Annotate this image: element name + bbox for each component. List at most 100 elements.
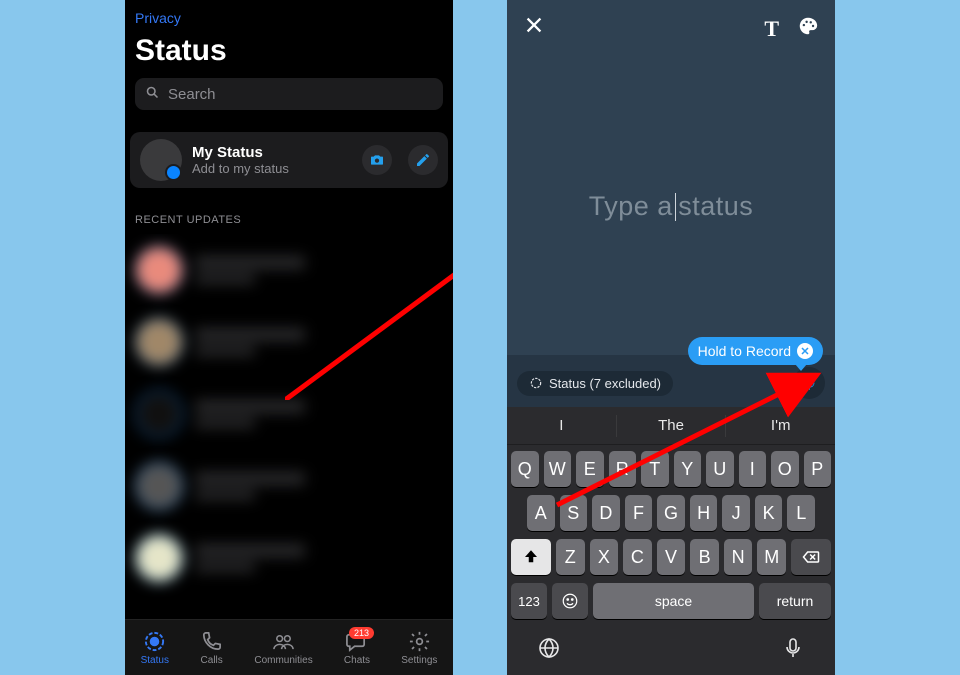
key-j[interactable]: J <box>722 495 750 531</box>
my-status-avatar <box>140 139 182 181</box>
status-icon <box>143 630 166 653</box>
shift-icon <box>522 548 540 566</box>
phone-icon <box>200 630 223 653</box>
my-status-title: My Status <box>192 144 352 161</box>
list-item[interactable] <box>125 234 453 306</box>
suggestion-3[interactable]: I'm <box>726 417 835 434</box>
key-space[interactable]: space <box>593 583 754 619</box>
tab-calls-label: Calls <box>201 655 223 666</box>
key-z[interactable]: Z <box>556 539 585 575</box>
close-button[interactable] <box>523 14 545 43</box>
search-input[interactable]: Search <box>135 78 443 110</box>
key-g[interactable]: G <box>657 495 685 531</box>
key-return[interactable]: return <box>759 583 831 619</box>
key-m[interactable]: M <box>757 539 786 575</box>
key-e[interactable]: E <box>576 451 604 487</box>
key-q[interactable]: Q <box>511 451 539 487</box>
phone-status-compose: T Type astatus Hold to Record ✕ Status (… <box>507 0 835 675</box>
camera-button[interactable] <box>362 145 392 175</box>
list-item[interactable] <box>125 306 453 378</box>
suggestion-1[interactable]: I <box>507 417 616 434</box>
emoji-icon <box>561 592 579 610</box>
tooltip-label: Hold to Record <box>698 343 791 359</box>
camera-icon <box>369 152 385 168</box>
key-w[interactable]: W <box>544 451 572 487</box>
status-updates-list <box>125 234 453 619</box>
key-i[interactable]: I <box>739 451 767 487</box>
key-l[interactable]: L <box>787 495 815 531</box>
key-b[interactable]: B <box>690 539 719 575</box>
tab-bar: Status Calls Communities 213 Chats Setti… <box>125 619 453 675</box>
tab-status-label: Status <box>141 655 169 666</box>
text-cursor <box>675 193 677 221</box>
search-placeholder: Search <box>168 86 216 103</box>
key-v[interactable]: V <box>657 539 686 575</box>
key-backspace[interactable] <box>791 539 831 575</box>
suggestion-2[interactable]: The <box>617 417 726 434</box>
recent-updates-header: RECENT UPDATES <box>125 196 453 234</box>
phone-status-list: Privacy Status Search My Status Add to m… <box>125 0 453 675</box>
pencil-button[interactable] <box>408 145 438 175</box>
tab-calls[interactable]: Calls <box>200 630 223 666</box>
key-a[interactable]: A <box>527 495 555 531</box>
close-icon <box>523 14 545 36</box>
key-t[interactable]: T <box>641 451 669 487</box>
suggestion-bar: I The I'm <box>507 407 835 445</box>
search-icon <box>145 85 160 104</box>
communities-icon <box>272 630 295 653</box>
backspace-icon <box>801 547 821 567</box>
list-item[interactable] <box>125 378 453 450</box>
key-d[interactable]: D <box>592 495 620 531</box>
status-ring-icon <box>529 376 543 390</box>
tab-communities[interactable]: Communities <box>254 630 312 666</box>
list-item[interactable] <box>125 522 453 594</box>
palette-icon <box>797 15 819 37</box>
key-shift[interactable] <box>511 539 551 575</box>
keyboard-footer <box>507 631 835 675</box>
key-u[interactable]: U <box>706 451 734 487</box>
status-visibility-chip[interactable]: Status (7 excluded) <box>517 371 673 396</box>
key-p[interactable]: P <box>804 451 832 487</box>
key-o[interactable]: O <box>771 451 799 487</box>
key-h[interactable]: H <box>690 495 718 531</box>
list-item[interactable] <box>125 450 453 522</box>
key-f[interactable]: F <box>625 495 653 531</box>
voice-record-button[interactable] <box>793 367 825 399</box>
key-y[interactable]: Y <box>674 451 702 487</box>
tooltip-dismiss-button[interactable]: ✕ <box>797 343 813 359</box>
my-status-row[interactable]: My Status Add to my status <box>130 132 448 188</box>
chats-badge: 213 <box>349 627 374 639</box>
hold-to-record-tooltip: Hold to Record ✕ <box>688 337 823 365</box>
status-placeholder: Type astatus <box>589 191 754 222</box>
keyboard: I The I'm Q W E R T Y U I O P A S D <box>507 407 835 675</box>
globe-button[interactable] <box>537 636 561 665</box>
key-k[interactable]: K <box>755 495 783 531</box>
key-r[interactable]: R <box>609 451 637 487</box>
dictation-button[interactable] <box>781 636 805 665</box>
tab-communities-label: Communities <box>254 655 312 666</box>
key-s[interactable]: S <box>560 495 588 531</box>
my-status-info: My Status Add to my status <box>192 144 352 176</box>
tab-settings[interactable]: Settings <box>401 630 437 666</box>
microphone-icon <box>801 375 818 392</box>
status-visibility-label: Status (7 excluded) <box>549 376 661 391</box>
status-text-area[interactable]: Type astatus Hold to Record ✕ <box>507 57 835 355</box>
privacy-link[interactable]: Privacy <box>125 0 453 30</box>
text-style-button[interactable]: T <box>764 16 779 42</box>
tab-settings-label: Settings <box>401 655 437 666</box>
tab-chats-label: Chats <box>344 655 370 666</box>
globe-icon <box>537 636 561 660</box>
key-n[interactable]: N <box>724 539 753 575</box>
key-123[interactable]: 123 <box>511 583 547 619</box>
key-x[interactable]: X <box>590 539 619 575</box>
page-title: Status <box>125 30 453 78</box>
compose-header: T <box>507 0 835 57</box>
pencil-icon <box>415 152 431 168</box>
palette-button[interactable] <box>797 15 819 42</box>
my-status-subtitle: Add to my status <box>192 161 352 176</box>
key-emoji[interactable] <box>552 583 588 619</box>
tab-chats[interactable]: 213 Chats <box>344 630 370 666</box>
tab-status[interactable]: Status <box>141 630 169 666</box>
key-c[interactable]: C <box>623 539 652 575</box>
microphone-icon <box>781 636 805 660</box>
